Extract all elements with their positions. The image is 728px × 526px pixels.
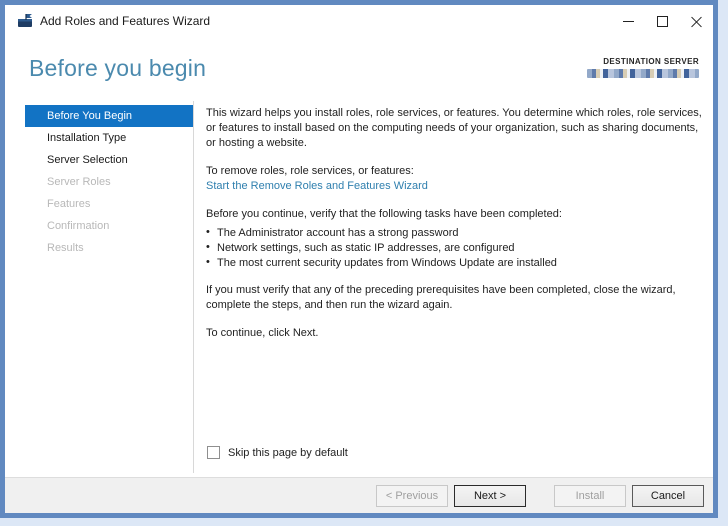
wizard-window: Add Roles and Features Wizard Before you… xyxy=(0,0,718,518)
continue-text: To continue, click Next. xyxy=(206,326,711,341)
nav-item-features: Features xyxy=(25,193,193,215)
titlebar: Add Roles and Features Wizard xyxy=(5,5,713,37)
screenshot-stage: Add Roles and Features Wizard Before you… xyxy=(0,0,728,526)
maximize-button[interactable] xyxy=(645,5,679,37)
window-controls xyxy=(611,5,713,37)
verify-intro-text: Before you continue, verify that the fol… xyxy=(206,207,711,222)
minimize-icon xyxy=(623,21,634,22)
prerequisite-item: Network settings, such as static IP addr… xyxy=(206,241,711,256)
remove-intro-text: To remove roles, role services, or featu… xyxy=(206,164,711,179)
destination-server-block: DESTINATION SERVER xyxy=(587,57,699,78)
nav-item-before-you-begin[interactable]: Before You Begin xyxy=(25,105,193,127)
page-title: Before you begin xyxy=(29,55,206,82)
destination-server-label: DESTINATION SERVER xyxy=(587,57,699,66)
note-paragraph: If you must verify that any of the prece… xyxy=(206,283,711,313)
nav-item-confirmation: Confirmation xyxy=(25,215,193,237)
skip-page-checkbox[interactable] xyxy=(207,446,220,459)
sidebar-separator xyxy=(193,101,194,473)
close-icon xyxy=(691,16,702,27)
nav-item-installation-type[interactable]: Installation Type xyxy=(25,127,193,149)
window-title: Add Roles and Features Wizard xyxy=(40,14,210,28)
wizard-toolbox-icon xyxy=(17,13,33,29)
skip-page-label: Skip this page by default xyxy=(228,447,348,459)
nav-item-server-selection[interactable]: Server Selection xyxy=(25,149,193,171)
close-button[interactable] xyxy=(679,5,713,37)
next-button[interactable]: Next > xyxy=(454,485,526,507)
minimize-button[interactable] xyxy=(611,5,645,37)
prerequisite-item: The Administrator account has a strong p… xyxy=(206,226,711,241)
nav-item-server-roles: Server Roles xyxy=(25,171,193,193)
install-button: Install xyxy=(554,485,626,507)
wizard-page-content: This wizard helps you install roles, rol… xyxy=(206,106,711,354)
skip-page-row: Skip this page by default xyxy=(207,446,348,459)
prerequisite-list: The Administrator account has a strong p… xyxy=(206,226,711,271)
redacted-server-name xyxy=(587,69,699,78)
intro-paragraph: This wizard helps you install roles, rol… xyxy=(206,106,711,151)
nav-item-results: Results xyxy=(25,237,193,259)
previous-button: < Previous xyxy=(376,485,448,507)
cancel-button[interactable]: Cancel xyxy=(632,485,704,507)
prerequisite-item: The most current security updates from W… xyxy=(206,256,711,271)
maximize-icon xyxy=(657,16,668,27)
footer-button-bar: < Previous Next > Install Cancel xyxy=(5,477,713,513)
wizard-steps-nav: Before You Begin Installation Type Serve… xyxy=(25,105,193,259)
remove-wizard-link[interactable]: Start the Remove Roles and Features Wiza… xyxy=(206,180,428,192)
